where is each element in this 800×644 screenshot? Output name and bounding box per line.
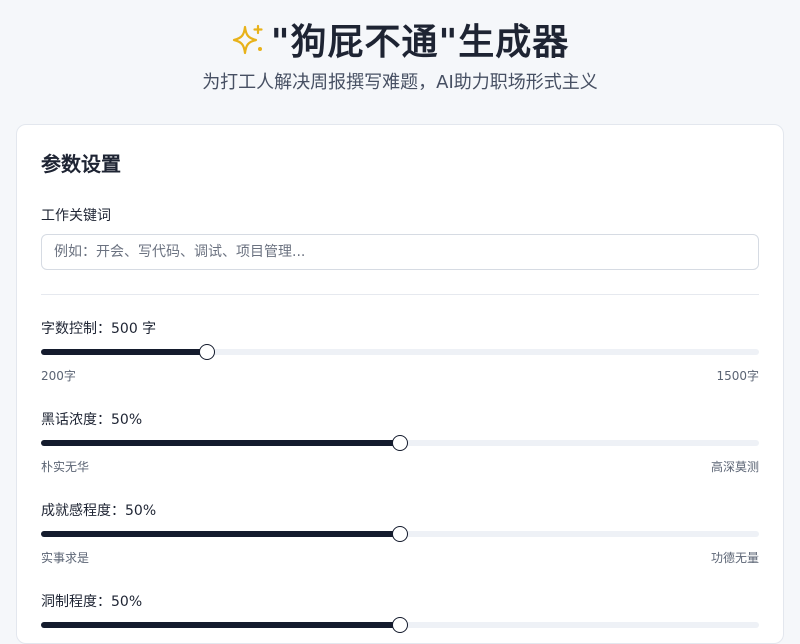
card-title: 参数设置	[41, 152, 121, 176]
settings-card: 参数设置 工作关键词 字数控制：500 字 200字 1500字 黑话浓度：50…	[16, 124, 784, 644]
page-subtitle: 为打工人解决周报撰写难题，AI助力职场形式主义	[202, 72, 598, 93]
slider-fill	[41, 531, 400, 537]
slider-fill	[41, 440, 400, 446]
slider-label: 字数控制：500 字	[41, 321, 157, 337]
achievement-slider[interactable]	[41, 526, 759, 542]
word-count-slider[interactable]	[41, 344, 759, 360]
range-labels: 朴实无华 高深莫测	[41, 458, 759, 476]
jargon-slider-group: 黑话浓度：50% 朴实无华 高深莫测	[41, 410, 759, 476]
range-min-label: 200字	[41, 369, 76, 383]
range-labels: 实事求是 功德无量	[41, 549, 759, 567]
range-min-label: 朴实无华	[41, 460, 90, 474]
slider-label: 洞制程度：50%	[41, 594, 143, 610]
fourth-slider[interactable]	[41, 617, 759, 633]
page-header: "狗屁不通"生成器 为打工人解决周报撰写难题，AI助力职场形式主义	[0, 0, 800, 94]
range-labels: 200字 1500字	[41, 367, 759, 385]
slider-thumb[interactable]	[392, 617, 408, 633]
range-min-label: 实事求是	[41, 551, 90, 565]
divider	[41, 294, 759, 295]
slider-thumb[interactable]	[198, 344, 215, 360]
fourth-slider-group: 洞制程度：50%	[41, 592, 759, 633]
keyword-input[interactable]	[41, 234, 759, 270]
achievement-slider-group: 成就感程度：50% 实事求是 功德无量	[41, 501, 759, 567]
keyword-label: 工作关键词	[41, 208, 111, 224]
slider-label: 黑话浓度：50%	[41, 412, 143, 428]
range-max-label: 高深莫测	[710, 460, 759, 474]
range-max-label: 1500字	[716, 369, 759, 383]
title-row: "狗屁不通"生成器	[0, 14, 800, 64]
word-count-slider-group: 字数控制：500 字 200字 1500字	[41, 319, 759, 385]
slider-fill	[41, 622, 400, 628]
slider-fill	[41, 349, 207, 355]
jargon-slider[interactable]	[41, 435, 759, 451]
range-max-label: 功德无量	[710, 551, 759, 565]
page-title: "狗屁不通"生成器	[270, 22, 570, 63]
sparkle-icon	[232, 24, 263, 55]
slider-label: 成就感程度：50%	[41, 503, 157, 519]
slider-thumb[interactable]	[392, 526, 408, 542]
slider-thumb[interactable]	[392, 435, 408, 451]
